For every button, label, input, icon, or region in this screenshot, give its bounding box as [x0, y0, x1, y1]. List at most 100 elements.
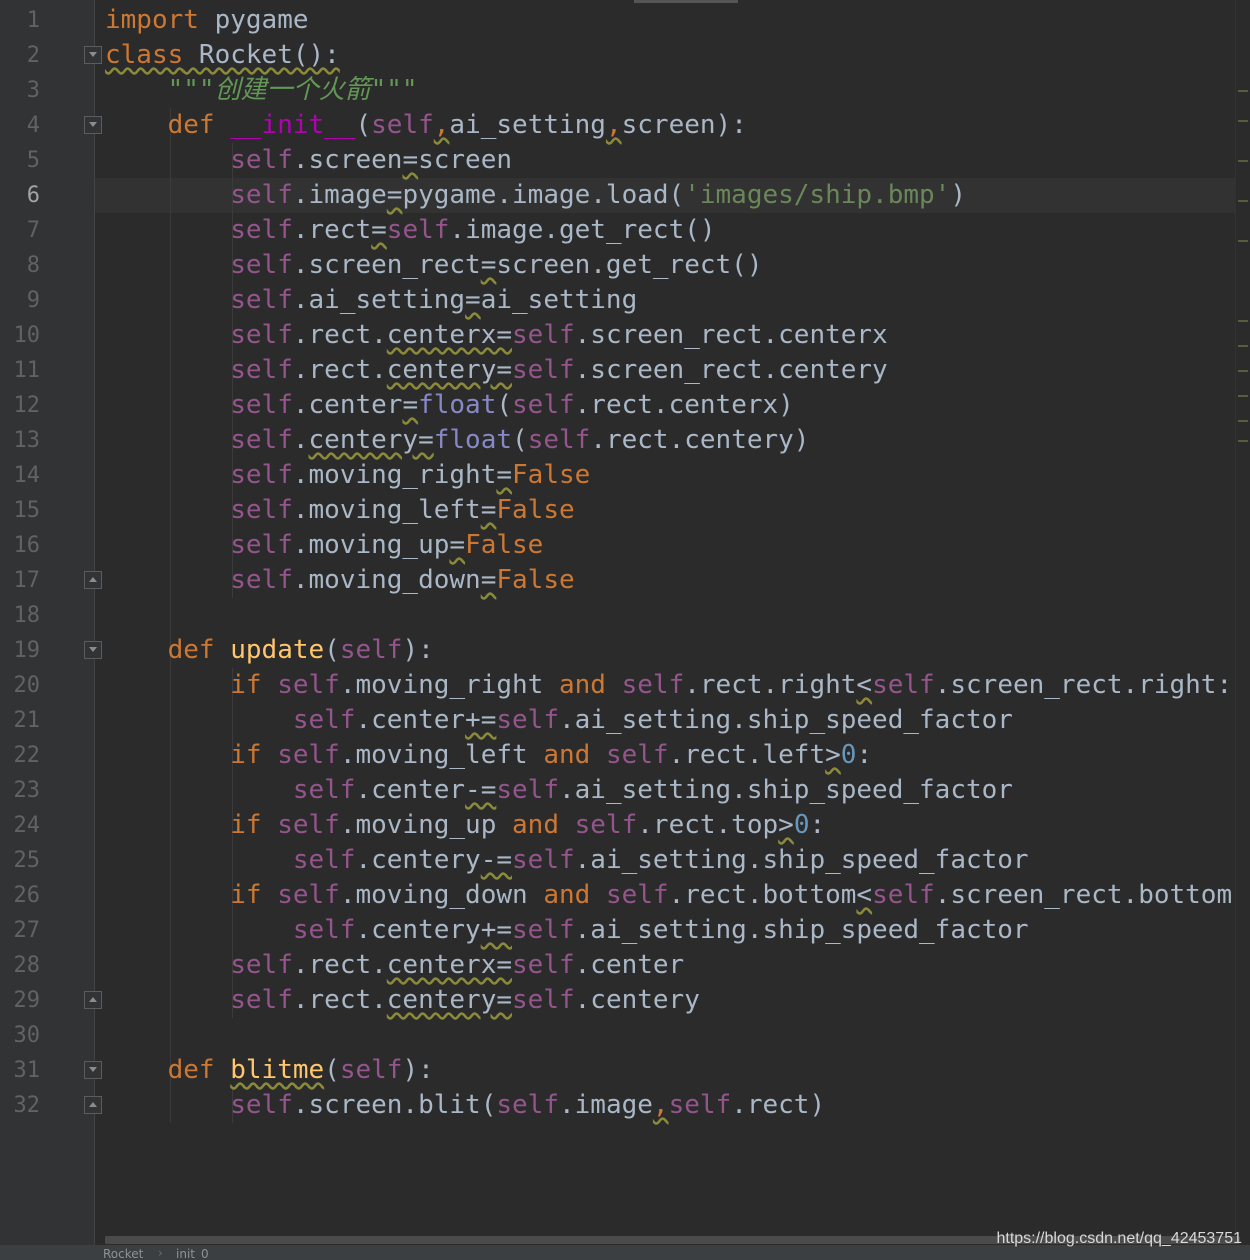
code-line[interactable]: self.screen_rect=screen.get_rect(): [105, 248, 762, 283]
error-stripe-marker[interactable]: [1238, 200, 1248, 202]
code-token: .center: [355, 705, 466, 735]
code-line[interactable]: def __init__(self,ai_setting,screen):: [105, 108, 747, 143]
line-number[interactable]: 9: [0, 283, 40, 318]
watermark-text: https://blog.csdn.net/qq_42453751: [996, 1230, 1242, 1247]
code-line[interactable]: self.moving_left=False: [105, 493, 574, 528]
code-line[interactable]: class Rocket():: [105, 38, 340, 73]
code-line[interactable]: def blitme(self):: [105, 1053, 434, 1088]
error-stripe-marker[interactable]: [1238, 320, 1248, 322]
code-line[interactable]: self.screen.blit(self.image,self.rect): [105, 1088, 825, 1123]
line-number[interactable]: 31: [0, 1053, 41, 1088]
line-number[interactable]: 14: [0, 458, 41, 493]
fold-end-icon[interactable]: [84, 991, 102, 1009]
code-line[interactable]: self.moving_down=False: [105, 563, 575, 598]
code-token: self: [230, 180, 293, 210]
code-line[interactable]: self.rect.centerx=self.center: [105, 948, 684, 983]
code-line[interactable]: self.centery+=self.ai_setting.ship_speed…: [105, 913, 1029, 948]
line-number[interactable]: 19: [0, 633, 41, 668]
line-number[interactable]: 11: [0, 353, 41, 388]
fold-collapse-icon[interactable]: [84, 641, 102, 659]
code-token: .rect.: [292, 985, 387, 1015]
code-token: self: [621, 670, 685, 700]
line-number[interactable]: 17: [0, 563, 41, 598]
code-line[interactable]: if self.moving_up and self.rect.top>0:: [105, 808, 825, 843]
code-line[interactable]: self.center=float(self.rect.centerx): [105, 388, 794, 423]
fold-end-icon[interactable]: [84, 1096, 102, 1114]
fold-collapse-icon[interactable]: [84, 116, 102, 134]
code-line[interactable]: self.moving_up=False: [105, 528, 543, 563]
line-number[interactable]: 10: [0, 318, 41, 353]
line-number[interactable]: 5: [0, 143, 40, 178]
breadcrumb-class[interactable]: Rocket: [103, 1247, 143, 1260]
code-line[interactable]: """创建一个火箭""": [105, 73, 418, 108]
line-number[interactable]: 24: [0, 808, 41, 843]
line-number[interactable]: 22: [0, 738, 41, 773]
code-line[interactable]: self.moving_right=False: [105, 458, 590, 493]
error-stripe-marker[interactable]: [1238, 90, 1248, 92]
line-number[interactable]: 13: [0, 423, 41, 458]
code-area[interactable]: import pygame class Rocket(): """创建一个火箭""…: [105, 0, 1250, 1240]
error-stripe-marker[interactable]: [1238, 240, 1248, 242]
code-token: float: [433, 425, 513, 455]
error-stripe-marker[interactable]: [1238, 420, 1248, 422]
line-number[interactable]: 26: [0, 878, 41, 913]
vertical-scrollbar[interactable]: [1235, 0, 1250, 1240]
line-number[interactable]: 1: [0, 3, 40, 38]
fold-collapse-icon[interactable]: [84, 1061, 102, 1079]
breadcrumb-method[interactable]: init_0: [176, 1247, 209, 1260]
code-token: ,: [433, 110, 450, 140]
code-line[interactable]: self.screen=screen: [105, 143, 512, 178]
line-number[interactable]: 27: [0, 913, 41, 948]
line-number[interactable]: 30: [0, 1018, 41, 1053]
code-editor[interactable]: 1 2 3 4 5 6 7 8 9 10 11 12 13 14 15 16 17 18 19 20 21 22 23 24 2…: [0, 0, 1250, 1260]
code-line[interactable]: self.centery-=self.ai_setting.ship_speed…: [105, 843, 1029, 878]
fold-end-icon[interactable]: [84, 571, 102, 589]
line-number[interactable]: 3: [0, 73, 40, 108]
code-token: .screen_rect.bottom: [934, 880, 1233, 910]
code-line[interactable]: if self.moving_left and self.rect.left>0…: [105, 738, 872, 773]
line-number[interactable]: 2: [0, 38, 40, 73]
error-stripe-marker[interactable]: [1238, 440, 1248, 442]
line-number[interactable]: 15: [0, 493, 41, 528]
code-line[interactable]: self.rect=self.image.get_rect(): [105, 213, 715, 248]
code-line[interactable]: if self.moving_right and self.rect.right…: [105, 668, 1232, 703]
line-number[interactable]: 7: [0, 213, 40, 248]
error-stripe-marker[interactable]: [1238, 370, 1248, 372]
line-number[interactable]: 12: [0, 388, 41, 423]
line-number[interactable]: 16: [0, 528, 41, 563]
code-line[interactable]: self.rect.centerx=self.screen_rect.cente…: [105, 318, 887, 353]
line-number[interactable]: 23: [0, 773, 41, 808]
code-token: False: [496, 565, 575, 595]
fold-collapse-icon[interactable]: [84, 46, 102, 64]
line-number[interactable]: 28: [0, 948, 41, 983]
error-stripe-marker[interactable]: [1238, 120, 1248, 122]
line-number[interactable]: 8: [0, 248, 40, 283]
line-number[interactable]: 4: [0, 108, 40, 143]
line-number[interactable]: 20: [0, 668, 41, 703]
error-stripe-marker[interactable]: [1238, 395, 1248, 397]
line-number[interactable]: 25: [0, 843, 41, 878]
code-line[interactable]: self.ai_setting=ai_setting: [105, 283, 637, 318]
line-number[interactable]: 18: [0, 598, 41, 633]
code-line[interactable]: self.center-=self.ai_setting.ship_speed_…: [105, 773, 1013, 808]
line-number[interactable]: 32: [0, 1088, 41, 1123]
line-number[interactable]: 6: [0, 178, 40, 213]
line-number[interactable]: 21: [0, 703, 41, 738]
code-token: self: [230, 145, 293, 175]
code-line[interactable]: self.rect.centery=self.screen_rect.cente…: [105, 353, 887, 388]
code-line[interactable]: import pygame: [105, 3, 309, 38]
error-stripe-marker[interactable]: [1238, 160, 1248, 162]
code-token: .ai_setting.ship_speed_factor: [558, 705, 1013, 735]
code-line[interactable]: self.center+=self.ai_setting.ship_speed_…: [105, 703, 1013, 738]
code-line[interactable]: self.rect.centery=self.centery: [105, 983, 700, 1018]
code-token: self: [605, 880, 669, 910]
code-line[interactable]: self.image=pygame.image.load('images/shi…: [105, 178, 966, 213]
code-line[interactable]: def update(self):: [105, 633, 434, 668]
code-line[interactable]: if self.moving_down and self.rect.bottom…: [105, 878, 1232, 913]
line-number[interactable]: 29: [0, 983, 41, 1018]
error-stripe-marker[interactable]: [1238, 345, 1248, 347]
code-line[interactable]: self.centery=float(self.rect.centery): [105, 423, 809, 458]
